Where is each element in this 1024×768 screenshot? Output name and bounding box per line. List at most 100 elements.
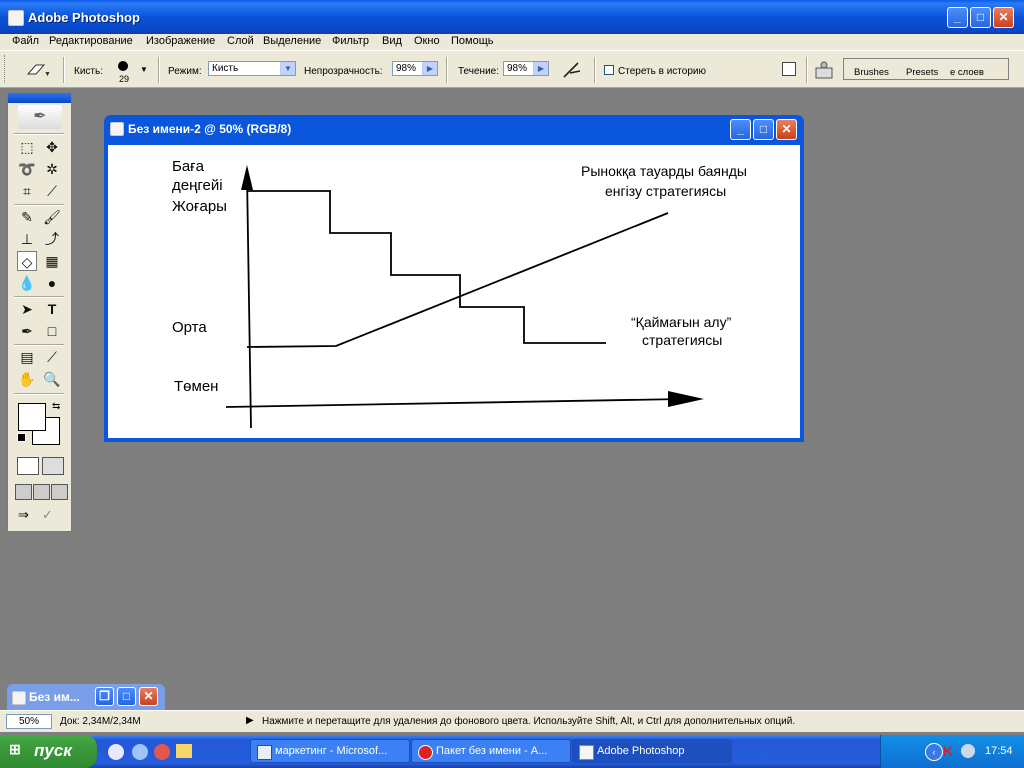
x-axis-arrow: [668, 391, 704, 407]
doc-maximize-icon[interactable]: □: [753, 119, 774, 140]
flow-field[interactable]: 98% ▶: [503, 61, 549, 76]
mode-select[interactable]: Кисть ▼: [208, 61, 296, 76]
menu-file[interactable]: Файл: [12, 35, 39, 47]
hand-icon[interactable]: ✋: [17, 369, 37, 389]
magic-wand-icon[interactable]: ✲: [42, 159, 62, 179]
doc-close-icon[interactable]: ✕: [776, 119, 797, 140]
taskbar-button-word[interactable]: маркетинг - Microsof...: [250, 739, 410, 763]
feather-icon[interactable]: ✒: [18, 105, 62, 129]
zoom-icon[interactable]: 🔍: [42, 369, 62, 389]
move-icon[interactable]: ✥: [42, 137, 62, 157]
airbrush-icon[interactable]: [560, 59, 584, 81]
minimize-icon[interactable]: _: [947, 7, 968, 28]
eraser-icon[interactable]: ▼: [24, 61, 50, 79]
file-browser-icon[interactable]: [813, 59, 835, 81]
play-arrow-icon[interactable]: ▶: [533, 62, 548, 75]
minimized-document[interactable]: Без им... ❐ □ ✕: [7, 684, 165, 710]
close-icon[interactable]: ✕: [993, 7, 1014, 28]
crop-icon[interactable]: ⌗: [17, 181, 37, 201]
menu-image[interactable]: Изображение: [146, 35, 215, 47]
clone-stamp-icon[interactable]: ⊥: [17, 229, 37, 249]
standard-mode-icon[interactable]: [17, 457, 39, 475]
start-label: пуск: [34, 741, 72, 760]
taskbar-button-acrobat[interactable]: Пакет без имени - A...: [411, 739, 571, 763]
quicklaunch-app-icon[interactable]: [154, 744, 170, 760]
type-icon[interactable]: T: [42, 299, 62, 319]
dodge-icon[interactable]: ●: [42, 273, 62, 293]
y-axis-arrow: [241, 165, 253, 190]
lasso-icon[interactable]: ➰: [17, 159, 37, 179]
screen-mode-full-icon[interactable]: [51, 484, 68, 500]
system-tray: ‹ K 17:54: [880, 735, 1024, 768]
quicklaunch-folder-icon[interactable]: [176, 744, 192, 758]
blur-icon[interactable]: 💧: [17, 273, 37, 293]
windows-logo-icon: ⊞: [9, 741, 21, 757]
zoom-field[interactable]: 50%: [6, 714, 52, 729]
brush-dropdown-icon[interactable]: ▼: [140, 65, 148, 74]
eyedropper-icon[interactable]: ⟋: [42, 347, 62, 367]
maximize-icon[interactable]: □: [970, 7, 991, 28]
play-arrow-icon[interactable]: ▶: [422, 62, 437, 75]
y-high-label-1: Баға: [172, 158, 205, 175]
rising-label-2: енгізу стратегиясы: [605, 183, 726, 199]
clock[interactable]: 17:54: [985, 745, 1013, 757]
document-window: Без имени-2 @ 50% (RGB/8) _ □ ✕ Баға дең…: [104, 115, 804, 442]
doc-minimize-icon[interactable]: _: [730, 119, 751, 140]
shape-icon[interactable]: □: [42, 321, 62, 341]
gradient-icon[interactable]: ▦: [42, 251, 62, 271]
start-button[interactable]: ⊞ пуск: [0, 735, 97, 768]
quick-mask-icon[interactable]: [42, 457, 64, 475]
taskbar-button-photoshop[interactable]: Adobe Photoshop: [572, 739, 732, 763]
taskbar-button-label: маркетинг - Microsof...: [275, 745, 388, 757]
taskbar-button-label: Adobe Photoshop: [597, 745, 685, 757]
quicklaunch-media-icon[interactable]: [132, 744, 148, 760]
jump-to-imageready-icon[interactable]: ⇒: [18, 507, 40, 523]
y-low-label: Төмен: [174, 378, 218, 395]
screen-mode-full-menu-icon[interactable]: [33, 484, 50, 500]
kaspersky-icon[interactable]: K: [943, 743, 959, 759]
swap-colors-icon[interactable]: ⇆: [52, 401, 60, 412]
doc-info[interactable]: Док: 2,34M/2,34M: [60, 716, 141, 727]
close-icon[interactable]: ✕: [139, 687, 158, 706]
notes-icon[interactable]: ▤: [17, 347, 37, 367]
eraser-tool-icon[interactable]: ◇: [17, 251, 37, 271]
opacity-field[interactable]: 98% ▶: [392, 61, 438, 76]
status-bar: 50% Док: 2,34M/2,34M ▶ Нажмите и перетащ…: [0, 710, 1024, 732]
palette-well-icon[interactable]: [782, 62, 796, 76]
chevron-left-icon[interactable]: ‹: [925, 743, 943, 761]
opacity-value: 98%: [396, 63, 417, 74]
pen-icon[interactable]: ✒: [17, 321, 37, 341]
well-tab-presets[interactable]: Presets: [906, 67, 938, 78]
erase-history-checkbox[interactable]: [604, 65, 614, 75]
slice-icon[interactable]: ⟋: [42, 181, 62, 201]
screen-mode-standard-icon[interactable]: [15, 484, 32, 500]
taskbar: ⊞ пуск маркетинг - Microsof... Пакет без…: [0, 735, 1024, 768]
menu-help[interactable]: Помощь: [451, 35, 494, 47]
path-selection-icon[interactable]: ➤: [17, 299, 37, 319]
toolbox: ✒ ⬚ ✥ ➰ ✲ ⌗ ⟋ ✎ 🖌 ⊥ ⤴ ◇ ▦ 💧 ● ➤ T ✒ □ ▤ …: [7, 92, 72, 532]
foreground-color-swatch[interactable]: [18, 403, 46, 431]
menu-layer[interactable]: Слой: [227, 35, 254, 47]
menu-edit[interactable]: Редактирование: [49, 35, 133, 47]
menu-window[interactable]: Окно: [414, 35, 440, 47]
restore-icon[interactable]: ❐: [95, 687, 114, 706]
menu-view[interactable]: Вид: [382, 35, 402, 47]
healing-brush-icon[interactable]: ✎: [17, 207, 37, 227]
menu-select[interactable]: Выделение: [263, 35, 321, 47]
brush-icon[interactable]: 🖌: [42, 207, 62, 227]
marquee-icon[interactable]: ⬚: [17, 137, 37, 157]
play-arrow-icon[interactable]: ▶: [246, 715, 254, 726]
menu-filter[interactable]: Фильтр: [332, 35, 369, 47]
checkmark-icon[interactable]: ✓: [42, 507, 62, 523]
tray-app-icon[interactable]: [961, 744, 975, 758]
document-canvas[interactable]: Баға деңгейі Жоғары Орта Төмен Рынокқа т…: [108, 145, 800, 438]
maximize-icon[interactable]: □: [117, 687, 136, 706]
default-colors-icon[interactable]: [17, 433, 26, 442]
well-tab-brushes[interactable]: Brushes: [854, 67, 889, 78]
mode-label: Режим:: [168, 66, 202, 77]
history-brush-icon[interactable]: ⤴: [42, 229, 62, 249]
brush-preview[interactable]: [118, 61, 128, 71]
quicklaunch-ie-icon[interactable]: [108, 744, 124, 760]
well-tab-layer-comps[interactable]: е слоев: [950, 67, 984, 78]
grip: [4, 55, 8, 83]
